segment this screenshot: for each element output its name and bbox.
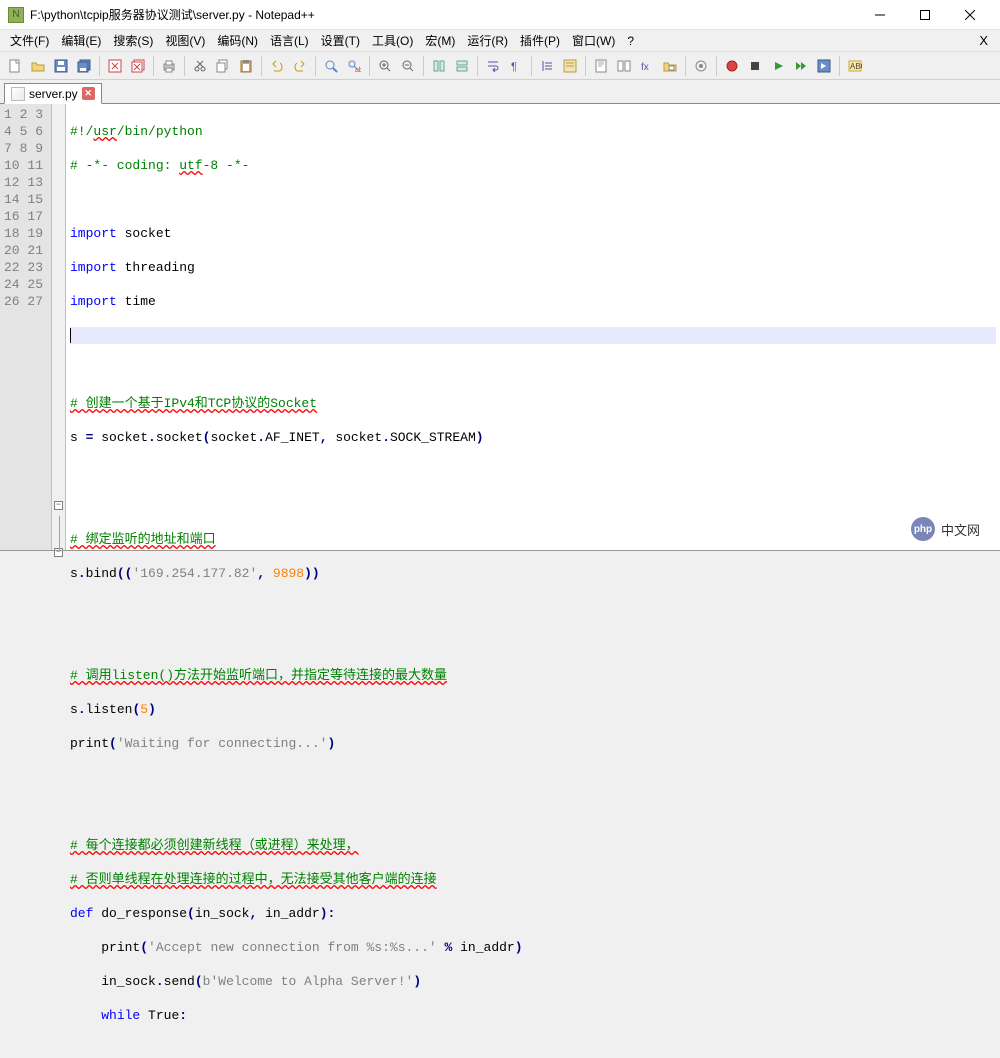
toolbar-separator (99, 56, 100, 76)
spellcheck-icon[interactable]: ABC (844, 55, 866, 77)
svg-text:fx: fx (641, 62, 649, 73)
wordwrap-icon[interactable] (482, 55, 504, 77)
play-multi-icon[interactable] (790, 55, 812, 77)
window-title: F:\python\tcpip服务器协议测试\server.py - Notep… (30, 6, 857, 23)
tab-bar: server.py ✕ (0, 80, 1000, 104)
fold-gutter[interactable]: − − (52, 104, 66, 551)
toolbar-separator (477, 56, 478, 76)
fold-toggle-icon[interactable]: − (54, 501, 63, 510)
menu-encoding[interactable]: 编码(N) (211, 30, 264, 52)
tab-label: server.py (29, 87, 78, 101)
folder-workspace-icon[interactable] (659, 55, 681, 77)
zoom-in-icon[interactable] (374, 55, 396, 77)
indent-guide-icon[interactable] (536, 55, 558, 77)
toolbar-separator (184, 56, 185, 76)
toolbar-separator (585, 56, 586, 76)
doc-map-icon[interactable] (590, 55, 612, 77)
toolbar-separator (423, 56, 424, 76)
open-file-icon[interactable] (27, 55, 49, 77)
menu-search[interactable]: 搜索(S) (107, 30, 159, 52)
code-area[interactable]: #!/usr/bin/python # -*- coding: utf-8 -*… (66, 104, 1000, 551)
sync-vscroll-icon[interactable] (428, 55, 450, 77)
file-icon (11, 87, 25, 101)
show-all-chars-icon[interactable]: ¶ (505, 55, 527, 77)
monitor-icon[interactable] (690, 55, 712, 77)
maximize-button[interactable] (902, 0, 947, 30)
toolbar: ab ¶ fx ABC (0, 52, 1000, 80)
menu-bar: 文件(F) 编辑(E) 搜索(S) 视图(V) 编码(N) 语言(L) 设置(T… (0, 30, 1000, 52)
function-list-icon[interactable]: fx (636, 55, 658, 77)
new-file-icon[interactable] (4, 55, 26, 77)
copy-icon[interactable] (212, 55, 234, 77)
editor: 1 2 3 4 5 6 7 8 9 10 11 12 13 14 15 16 1… (0, 104, 1000, 551)
ud-lang-icon[interactable] (559, 55, 581, 77)
toolbar-separator (685, 56, 686, 76)
menu-tools[interactable]: 工具(O) (366, 30, 419, 52)
menu-settings[interactable]: 设置(T) (315, 30, 366, 52)
text-cursor (70, 328, 71, 343)
tab-server-py[interactable]: server.py ✕ (4, 83, 102, 104)
menu-edit[interactable]: 编辑(E) (55, 30, 107, 52)
save-icon[interactable] (50, 55, 72, 77)
line-number-gutter[interactable]: 1 2 3 4 5 6 7 8 9 10 11 12 13 14 15 16 1… (0, 104, 52, 551)
menu-view[interactable]: 视图(V) (159, 30, 211, 52)
redo-icon[interactable] (289, 55, 311, 77)
minimize-button[interactable] (857, 0, 902, 30)
undo-icon[interactable] (266, 55, 288, 77)
tab-close-icon[interactable]: ✕ (82, 87, 95, 100)
close-button[interactable] (947, 0, 992, 30)
record-macro-icon[interactable] (721, 55, 743, 77)
watermark: php 中文网 (903, 515, 988, 543)
close-file-icon[interactable] (104, 55, 126, 77)
secondary-close-icon[interactable]: X (971, 33, 996, 48)
svg-text:ABC: ABC (850, 62, 862, 71)
app-icon: N (8, 7, 24, 23)
toolbar-separator (369, 56, 370, 76)
menu-plugins[interactable]: 插件(P) (514, 30, 566, 52)
replace-icon[interactable]: ab (343, 55, 365, 77)
cut-icon[interactable] (189, 55, 211, 77)
menu-help[interactable]: ? (621, 30, 640, 52)
save-all-icon[interactable] (73, 55, 95, 77)
menu-run[interactable]: 运行(R) (461, 30, 514, 52)
svg-text:¶: ¶ (511, 61, 517, 73)
menu-file[interactable]: 文件(F) (4, 30, 55, 52)
title-bar: N F:\python\tcpip服务器协议测试\server.py - Not… (0, 0, 1000, 30)
zoom-out-icon[interactable] (397, 55, 419, 77)
toolbar-separator (716, 56, 717, 76)
close-all-icon[interactable] (127, 55, 149, 77)
toolbar-separator (315, 56, 316, 76)
stop-macro-icon[interactable] (744, 55, 766, 77)
toolbar-separator (839, 56, 840, 76)
toolbar-separator (153, 56, 154, 76)
paste-icon[interactable] (235, 55, 257, 77)
play-macro-icon[interactable] (767, 55, 789, 77)
menu-language[interactable]: 语言(L) (264, 30, 315, 52)
doc-list-icon[interactable] (613, 55, 635, 77)
print-icon[interactable] (158, 55, 180, 77)
save-macro-icon[interactable] (813, 55, 835, 77)
menu-macro[interactable]: 宏(M) (419, 30, 461, 52)
php-logo-icon: php (911, 517, 935, 541)
find-icon[interactable] (320, 55, 342, 77)
svg-text:ab: ab (355, 67, 361, 73)
sync-hscroll-icon[interactable] (451, 55, 473, 77)
toolbar-separator (261, 56, 262, 76)
menu-window[interactable]: 窗口(W) (566, 30, 621, 52)
toolbar-separator (531, 56, 532, 76)
watermark-text: 中文网 (941, 520, 980, 539)
